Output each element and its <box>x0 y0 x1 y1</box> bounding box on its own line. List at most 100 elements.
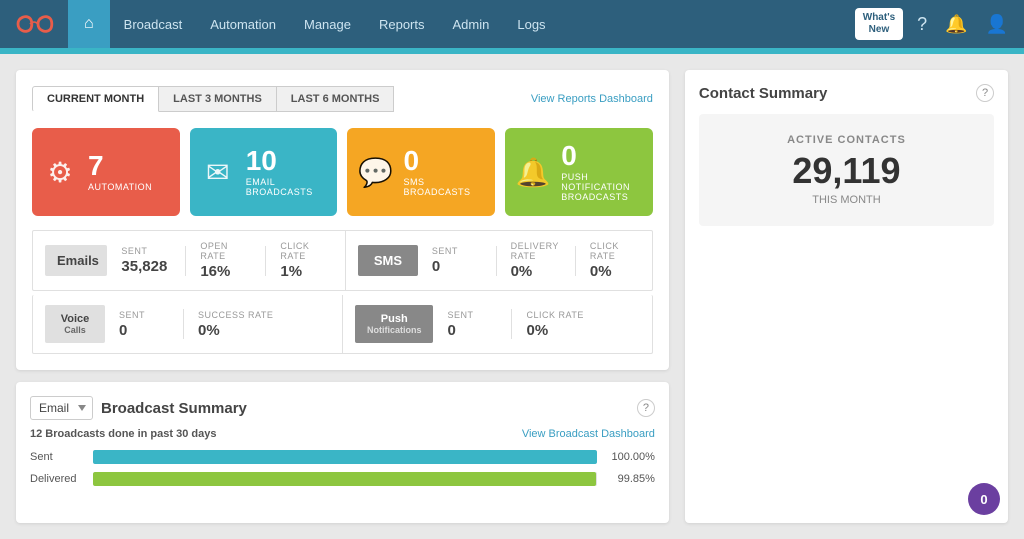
sms-icon: 💬 <box>357 156 393 189</box>
broadcast-summary-help[interactable]: ? <box>637 399 655 417</box>
email-sent-value: 35,828 <box>121 258 167 275</box>
bar-delivered-fill <box>93 472 596 486</box>
active-contacts-box: ACTIVE CONTACTS 29,119 THIS MONTH <box>699 114 994 226</box>
dashboard-card: CURRENT MONTH LAST 3 MONTHS LAST 6 MONTH… <box>16 70 669 370</box>
broadcast-type-select[interactable]: Email SMS Push Voice <box>30 396 93 420</box>
contact-summary-header: Contact Summary ? <box>699 84 994 102</box>
tile-email[interactable]: ✉ 10 EMAIL BROADCASTS <box>190 128 338 216</box>
main-content: CURRENT MONTH LAST 3 MONTHS LAST 6 MONTH… <box>0 54 1024 539</box>
right-panel: Contact Summary ? ACTIVE CONTACTS 29,119… <box>685 70 1008 523</box>
logo <box>12 8 56 40</box>
tab-current-month[interactable]: CURRENT MONTH <box>32 86 159 112</box>
push-sent-value: 0 <box>447 322 455 339</box>
logo-icon <box>14 12 54 36</box>
email-click-rate-label: CLICK RATE <box>280 241 333 261</box>
tile-push-number: 0 <box>561 142 643 170</box>
email-open-rate-group: OPEN RATE 16% <box>200 241 251 280</box>
voice-sent-label: SENT <box>119 310 145 320</box>
this-month-label: THIS MONTH <box>719 194 974 206</box>
bar-sent-pct: 100.00% <box>605 451 655 463</box>
bar-sent-label: Sent <box>30 451 85 463</box>
tile-automation[interactable]: ⚙ 7 AUTOMATION <box>32 128 180 216</box>
home-icon: ⌂ <box>84 15 94 33</box>
sms-sent-value: 0 <box>432 258 440 275</box>
bar-sent-track <box>93 450 597 464</box>
view-reports-link[interactable]: View Reports Dashboard <box>531 93 653 105</box>
nav-logs[interactable]: Logs <box>503 0 559 48</box>
nav-right: What's New ? 🔔 👤 <box>855 8 1012 40</box>
active-contacts-label: ACTIVE CONTACTS <box>719 134 974 146</box>
tile-push-label: PUSH NOTIFICATION BROADCASTS <box>561 172 643 202</box>
email-open-rate-value: 16% <box>200 263 230 280</box>
divider <box>183 309 184 339</box>
push-sent-label: SENT <box>447 310 473 320</box>
nav-manage[interactable]: Manage <box>290 0 365 48</box>
email-icon: ✉ <box>200 156 236 189</box>
contact-summary-title: Contact Summary <box>699 85 827 102</box>
sms-click-rate-value: 0% <box>590 263 612 280</box>
gear-icon: ⚙ <box>42 156 78 189</box>
divider <box>265 246 266 276</box>
bell-icon[interactable]: 🔔 <box>941 10 971 39</box>
divider <box>575 246 576 276</box>
navbar: ⌂ Broadcast Automation Manage Reports Ad… <box>0 0 1024 48</box>
tab-last-6-months[interactable]: LAST 6 MONTHS <box>276 86 395 112</box>
sms-sent-group: SENT 0 <box>432 246 482 275</box>
voice-label: Voice Calls <box>45 305 105 343</box>
bar-delivered-track <box>93 472 597 486</box>
nav-home-button[interactable]: ⌂ <box>68 0 110 48</box>
bar-sent-fill <box>93 450 597 464</box>
divider <box>511 309 512 339</box>
sms-click-rate-label: CLICK RATE <box>590 241 640 261</box>
broadcast-tiles: ⚙ 7 AUTOMATION ✉ 10 EMAIL BROADCASTS 💬 <box>32 128 653 216</box>
sms-stats: SMS SENT 0 DELIVERY RATE 0% CLICK RATE 0… <box>346 231 652 290</box>
left-panel: CURRENT MONTH LAST 3 MONTHS LAST 6 MONTH… <box>16 70 669 523</box>
email-sent-label: SENT <box>121 246 147 256</box>
email-stats: Emails SENT 35,828 OPEN RATE 16% CLICK R… <box>33 231 346 290</box>
voice-stats: Voice Calls SENT 0 SUCCESS RATE 0% <box>33 295 343 353</box>
email-open-rate-label: OPEN RATE <box>200 241 251 261</box>
broadcast-count-text: 12 Broadcasts done in past 30 days <box>30 428 216 440</box>
user-icon[interactable]: 👤 <box>982 10 1012 39</box>
push-label: Push Notifications <box>355 305 434 343</box>
help-icon[interactable]: ? <box>913 10 931 39</box>
broadcast-bar-delivered: Delivered 99.85% <box>30 472 655 486</box>
push-sent-group: SENT 0 <box>447 310 497 339</box>
voice-success-rate-group: SUCCESS RATE 0% <box>198 310 273 339</box>
nav-links: Broadcast Automation Manage Reports Admi… <box>110 0 855 48</box>
tile-automation-label: AUTOMATION <box>88 182 170 192</box>
tile-email-label: EMAIL BROADCASTS <box>246 177 328 197</box>
voice-sent-group: SENT 0 <box>119 310 169 339</box>
nav-automation[interactable]: Automation <box>196 0 290 48</box>
sms-click-rate-group: CLICK RATE 0% <box>590 241 640 280</box>
broadcast-bar-sent: Sent 100.00% <box>30 450 655 464</box>
voice-success-rate-label: SUCCESS RATE <box>198 310 273 320</box>
email-click-rate-group: CLICK RATE 1% <box>280 241 333 280</box>
contact-summary-help[interactable]: ? <box>976 84 994 102</box>
push-click-rate-group: CLICK RATE 0% <box>526 310 583 339</box>
tile-automation-number: 7 <box>88 152 170 180</box>
notification-bubble[interactable]: 0 <box>968 483 1000 515</box>
voice-sent-value: 0 <box>119 322 127 339</box>
push-icon: 🔔 <box>515 156 551 189</box>
broadcast-dashboard-link[interactable]: View Broadcast Dashboard <box>522 428 655 440</box>
stats-row-2: Voice Calls SENT 0 SUCCESS RATE 0% <box>32 295 653 354</box>
divider <box>496 246 497 276</box>
period-tabs: CURRENT MONTH LAST 3 MONTHS LAST 6 MONTH… <box>32 86 653 112</box>
broadcast-summary-card: Email SMS Push Voice Broadcast Summary ?… <box>16 382 669 523</box>
tab-last-3-months[interactable]: LAST 3 MONTHS <box>158 86 277 112</box>
nav-reports[interactable]: Reports <box>365 0 439 48</box>
broadcast-summary-title: Broadcast Summary <box>101 400 629 417</box>
nav-broadcast[interactable]: Broadcast <box>110 0 197 48</box>
push-click-rate-value: 0% <box>526 322 548 339</box>
tile-push[interactable]: 🔔 0 PUSH NOTIFICATION BROADCASTS <box>505 128 653 216</box>
sms-delivery-rate-group: DELIVERY RATE 0% <box>511 241 562 280</box>
nav-admin[interactable]: Admin <box>439 0 504 48</box>
contact-summary-card: Contact Summary ? ACTIVE CONTACTS 29,119… <box>685 70 1008 523</box>
whats-new-button[interactable]: What's New <box>855 8 903 40</box>
push-click-rate-label: CLICK RATE <box>526 310 583 320</box>
sms-label: SMS <box>358 245 418 276</box>
email-sent-group: SENT 35,828 <box>121 246 171 275</box>
bar-delivered-label: Delivered <box>30 473 85 485</box>
tile-sms[interactable]: 💬 0 SMS BROADCASTS <box>347 128 495 216</box>
